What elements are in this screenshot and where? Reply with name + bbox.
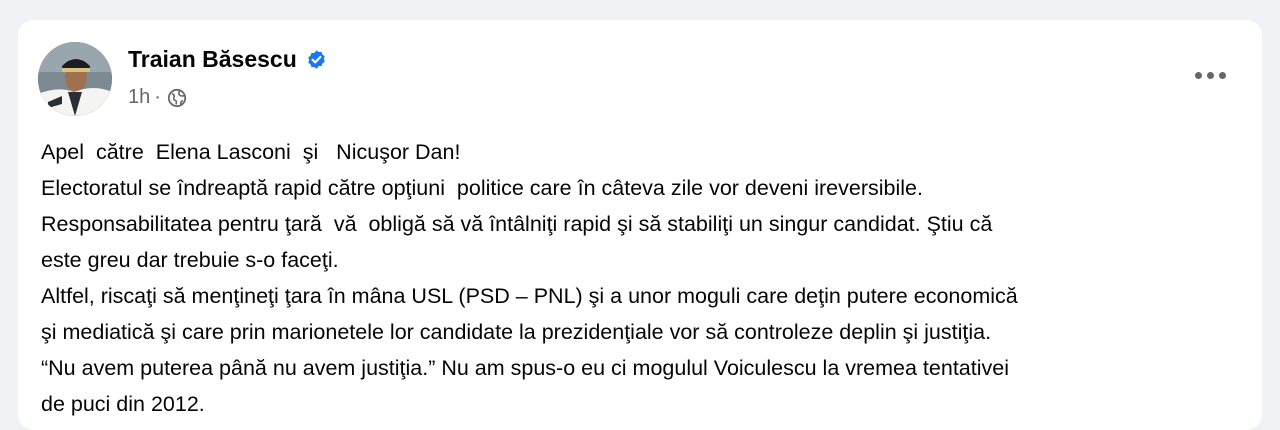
post-text-line: de puci din 2012. [41,392,205,416]
post-text-line: Electoratul se îndreaptă rapid către opţ… [41,176,923,200]
more-dot [1194,71,1202,79]
more-dot [1218,71,1226,79]
meta-separator: · [154,86,161,108]
post-text-line: Altfel, riscaţi să menţineţi ţara în mân… [41,284,1018,308]
post-meta: 1h · [128,86,187,109]
avatar-photo [38,42,112,116]
post-text-line: “Nu avem puterea până nu avem justiţia.”… [41,356,1009,380]
verified-badge-icon [308,50,325,69]
post-text-line: şi mediatică şi care prin marionetele lo… [41,320,992,344]
author-name-text[interactable]: Traian Băsescu [128,46,297,73]
post-text-line: este greu dar trebuie s-o faceţi. [41,248,339,272]
author-avatar[interactable] [38,42,112,116]
post-text-line: Apel către Elena Lasconi şi Nicuşor Dan! [41,140,461,164]
post-card: Traian Băsescu 1h · Apel către Elena Las… [18,20,1262,430]
globe-icon[interactable] [167,88,187,108]
more-dot [1206,71,1214,79]
post-timestamp[interactable]: 1h [128,86,150,109]
more-options-icon[interactable] [1190,60,1230,90]
post-text-line: Responsabilitatea pentru ţară vă obligă … [41,212,993,236]
post-message: Apel către Elena Lasconi şi Nicuşor Dan!… [41,134,1246,422]
author-name[interactable]: Traian Băsescu [128,46,327,73]
